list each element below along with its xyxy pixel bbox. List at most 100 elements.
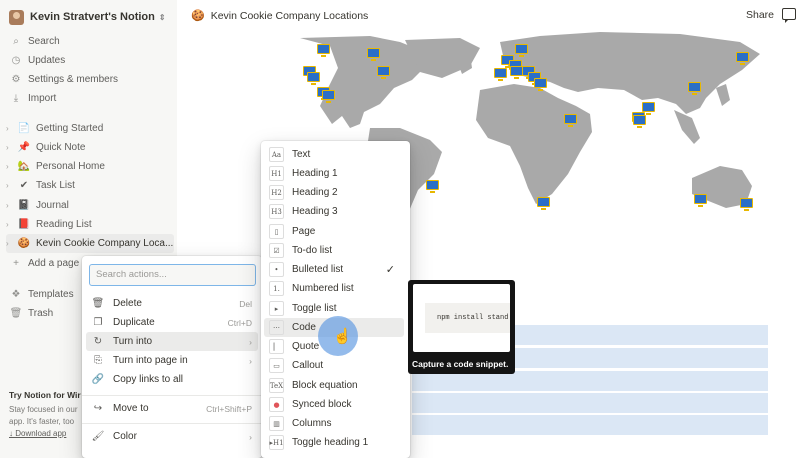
search-actions-input[interactable]: Search actions... [89, 264, 256, 286]
code-preview-tooltip: npm install stand Capture a code snippet… [408, 280, 515, 374]
checkbox-icon: ☑ [269, 243, 284, 258]
location-marker[interactable] [633, 115, 646, 128]
menu-item-turn-into-page[interactable]: ⎘ Turn into page in › [86, 351, 258, 370]
location-marker[interactable] [740, 198, 753, 211]
house-icon: 🏡 [17, 161, 31, 172]
turn-into-numbered-list[interactable]: 1. Numbered list [264, 279, 404, 298]
turn-into-heading-1[interactable]: H1 Heading 1 [264, 164, 404, 183]
sidebar-page-label: Kevin Cookie Company Loca... [36, 238, 174, 249]
sidebar-page-journal[interactable]: › 📓 Journal [6, 196, 174, 215]
chevron-right-icon[interactable]: › [6, 201, 16, 210]
share-button[interactable]: Share [746, 9, 774, 21]
sidebar-item-label: Settings & members [28, 74, 119, 85]
menu-item-move-to[interactable]: ↪ Move to Ctrl+Shift+P [86, 399, 258, 418]
location-marker[interactable] [307, 72, 320, 85]
chevron-right-icon[interactable]: › [6, 220, 16, 229]
page-icon: ⎘ [94, 355, 102, 366]
menu-item-duplicate[interactable]: ❐ Duplicate Ctrl+D [86, 313, 258, 332]
heading-2-icon: H2 [269, 185, 284, 200]
location-marker[interactable] [694, 194, 707, 207]
turn-into-toggle-list[interactable]: ▸ Toggle list [264, 299, 404, 318]
chevron-right-icon[interactable]: › [6, 162, 16, 171]
sidebar-page-reading-list[interactable]: › 📕 Reading List [6, 215, 174, 234]
page-icon: 📄 [17, 123, 31, 134]
sidebar-item-templates[interactable]: ❖ Templates [9, 285, 74, 304]
location-marker[interactable] [642, 102, 655, 115]
location-marker[interactable] [736, 52, 749, 65]
code-preview: npm install stand [413, 284, 510, 352]
sidebar-page-cookie-locations[interactable]: › 🍪 Kevin Cookie Company Loca... [6, 234, 174, 253]
shortcut-label: Del [239, 298, 252, 309]
sidebar-item-updates[interactable]: ◷ Updates [9, 51, 66, 70]
turn-into-callout[interactable]: ▭ Callout [264, 356, 404, 375]
menu-divider [82, 423, 262, 424]
download-app-link[interactable]: ↓ Download app [9, 428, 89, 440]
turn-into-todo[interactable]: ☑ To-do list [264, 241, 404, 260]
chevron-right-icon[interactable]: › [6, 239, 16, 248]
location-marker[interactable] [322, 90, 335, 103]
sidebar-item-search[interactable]: ⌕ Search [9, 32, 60, 51]
submenu-item-label: Quote [292, 341, 320, 352]
location-marker[interactable] [426, 180, 439, 193]
comment-icon[interactable] [782, 8, 796, 23]
add-page-button[interactable]: + Add a page [9, 254, 79, 273]
sidebar-item-import[interactable]: ⤓ Import [9, 89, 57, 108]
location-marker[interactable] [534, 78, 547, 91]
trash-icon: 🗑 [9, 308, 23, 319]
block-actions-menu: Search actions... 🗑 Delete Del ❐ Duplica… [82, 256, 262, 458]
chevron-right-icon: › [249, 431, 252, 442]
sidebar-page-label: Reading List [36, 219, 92, 230]
chevron-right-icon[interactable]: › [6, 124, 16, 133]
workspace-switcher[interactable]: Kevin Stratvert's Notion ⇕ [9, 8, 166, 26]
turn-into-synced-block[interactable]: ● Synced block [264, 395, 404, 414]
sidebar-page-task-list[interactable]: › ✔ Task List [6, 176, 174, 195]
submenu-item-label: Text [292, 149, 311, 160]
sidebar-item-label: Import [28, 93, 57, 104]
submenu-item-label: Synced block [292, 399, 352, 410]
heading-1-icon: H1 [269, 166, 284, 181]
location-marker[interactable] [367, 48, 380, 61]
add-page-label: Add a page [28, 258, 80, 269]
submenu-item-label: Toggle list [292, 303, 337, 314]
book-icon: 📕 [17, 219, 31, 230]
turn-into-page[interactable]: ▯ Page [264, 222, 404, 241]
location-marker[interactable] [317, 44, 330, 57]
menu-item-copy-links[interactable]: 🔗 Copy links to all [86, 370, 258, 389]
location-marker[interactable] [537, 197, 550, 210]
gear-icon: ⚙ [11, 74, 21, 85]
menu-item-turn-into[interactable]: ↻ Turn into › [86, 332, 258, 351]
turn-into-text[interactable]: Aa Text [264, 145, 404, 164]
turn-into-block-equation[interactable]: TeX Block equation [264, 376, 404, 395]
page-icon: ▯ [269, 224, 284, 239]
sidebar-page-label: Quick Note [36, 142, 86, 153]
turn-into-columns[interactable]: ▥ Columns [264, 414, 404, 433]
menu-item-delete[interactable]: 🗑 Delete Del [86, 294, 258, 313]
submenu-item-label: Heading 3 [292, 206, 338, 217]
pin-icon: 📌 [17, 142, 31, 153]
menu-item-color[interactable]: 🖌 Color › [86, 427, 258, 446]
location-marker[interactable] [494, 68, 507, 81]
sidebar-page-getting-started[interactable]: › 📄 Getting Started [6, 119, 174, 138]
breadcrumb[interactable]: 🍪 Kevin Cookie Company Locations [191, 9, 368, 23]
turn-into-icon: ↻ [93, 336, 103, 347]
location-marker[interactable] [377, 66, 390, 79]
bulleted-list-icon: • [269, 262, 284, 277]
sidebar-item-trash[interactable]: 🗑 Trash [9, 304, 54, 323]
turn-into-heading-3[interactable]: H3 Heading 3 [264, 202, 404, 221]
sidebar-item-settings[interactable]: ⚙ Settings & members [9, 70, 119, 89]
menu-item-label: Delete [113, 298, 142, 309]
sidebar-item-label: Updates [28, 55, 66, 66]
sidebar-page-quick-note[interactable]: › 📌 Quick Note [6, 138, 174, 157]
turn-into-toggle-heading-1[interactable]: ▸H1 Toggle heading 1 [264, 433, 404, 452]
chevron-right-icon: › [249, 336, 252, 347]
location-marker[interactable] [564, 114, 577, 127]
location-marker[interactable] [515, 44, 528, 57]
location-marker[interactable] [688, 82, 701, 95]
chevron-right-icon[interactable]: › [6, 181, 16, 190]
quote-icon: ▏ [269, 339, 284, 354]
sidebar-page-personal-home[interactable]: › 🏡 Personal Home [6, 157, 174, 176]
duplicate-icon: ❐ [93, 317, 103, 328]
turn-into-bulleted-list[interactable]: • Bulleted list ✓ [264, 260, 404, 279]
turn-into-heading-2[interactable]: H2 Heading 2 [264, 183, 404, 202]
chevron-right-icon[interactable]: › [6, 143, 16, 152]
